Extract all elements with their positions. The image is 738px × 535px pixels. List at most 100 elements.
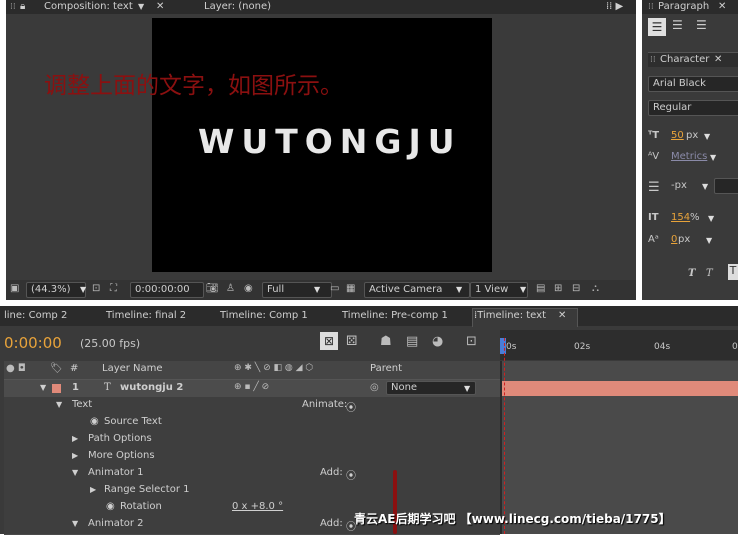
hide-shy-icon[interactable]: ☗ (380, 334, 392, 349)
font-style-select[interactable]: Regular (648, 100, 738, 116)
baseline-dropdown-icon[interactable]: ▼ (706, 236, 712, 245)
playhead-line[interactable] (504, 338, 506, 534)
layer-expand-icon[interactable]: ▼ (40, 383, 46, 392)
stroke-fill-select[interactable] (714, 178, 738, 194)
grip-icon[interactable]: ⁞⁞ (10, 0, 16, 14)
motion-blur-icon[interactable]: ◕ (432, 334, 443, 349)
vertical-scale-value[interactable]: 154 (671, 212, 690, 223)
kerning-dropdown-icon[interactable]: ▼ (710, 153, 716, 162)
current-time-field[interactable]: 0:00:00:00 (130, 282, 204, 298)
timeline-timecode[interactable]: 0:00:00 (4, 334, 62, 352)
toggle-pixel-aspect-icon[interactable]: ▤ (536, 283, 545, 294)
paragraph-close-icon[interactable]: ✕ (718, 0, 726, 14)
tab-timeline-final2[interactable]: Timeline: final 2 (106, 309, 186, 323)
draft-3d-icon[interactable]: ⚄ (346, 334, 357, 349)
close-icon[interactable]: ✕ (156, 0, 164, 14)
region-of-interest-icon[interactable]: ▭ (330, 283, 339, 294)
character-close-icon[interactable]: ✕ (714, 53, 722, 67)
graph-editor-icon[interactable]: ⊡ (466, 334, 477, 349)
paragraph-grip-icon[interactable]: ⁞⁞ (648, 0, 654, 14)
switches-icon[interactable]: ⊕ ✱ ╲ ⊘ ◧ ◍ ◢ ⬡ (234, 363, 313, 373)
faux-italic-icon[interactable]: T (706, 268, 713, 279)
timeline-icon[interactable]: ⊟ (572, 283, 580, 294)
stroke-dropdown-icon[interactable]: ▼ (702, 182, 708, 191)
baseline-shift-value[interactable]: 0 (671, 234, 677, 245)
fast-previews-icon[interactable]: ⊞ (554, 283, 562, 294)
av-features-icon[interactable]: ● ◘ (6, 363, 26, 374)
range-selector-expand-icon[interactable]: ▶ (90, 485, 96, 494)
safe-margins-icon[interactable]: ⊡ (92, 283, 100, 294)
animate-menu-icon[interactable]: ⦿ (346, 399, 356, 414)
zoom-dropdown-icon[interactable]: ▼ (80, 285, 86, 294)
tab-timeline-comp1[interactable]: Timeline: Comp 1 (220, 309, 308, 323)
rotation-value[interactable]: 0 x +8.0 ° (232, 501, 283, 512)
frame-blending-icon[interactable]: ▤ (406, 334, 418, 349)
tab-timeline-comp2[interactable]: line: Comp 2 (4, 309, 67, 323)
property-row-more-options[interactable]: ▶ More Options (4, 448, 500, 466)
resolution-select[interactable]: Full (262, 282, 332, 298)
comp-flowchart-icon[interactable]: ▣ (10, 283, 19, 294)
vertical-scale-dropdown-icon[interactable]: ▼ (708, 214, 714, 223)
faux-bold-icon[interactable]: T (688, 268, 695, 279)
label-icon[interactable]: 🏷︎ (50, 363, 63, 374)
all-caps-icon[interactable]: T (728, 264, 738, 280)
view-dropdown-icon[interactable]: ▼ (520, 285, 526, 294)
layer-switches-icon[interactable]: ⊕ ▪ ╱ ⊘ (234, 382, 269, 392)
align-right-icon[interactable]: ☰ (696, 18, 707, 32)
composition-dropdown-icon[interactable]: ▼ (138, 0, 144, 14)
property-row-path-options[interactable]: ▶ Path Options (4, 431, 500, 449)
zoom-select[interactable]: (44.3%) (26, 282, 86, 298)
more-options-expand-icon[interactable]: ▶ (72, 451, 78, 460)
text-expand-icon[interactable]: ▼ (56, 400, 62, 409)
live-update-icon[interactable]: ⊠ (320, 332, 338, 350)
snapshot-icon[interactable]: 📷︎ (206, 283, 219, 294)
character-grip-icon[interactable]: ⁞⁞ (650, 53, 656, 67)
property-row-text[interactable]: ▼ Text Animate: ⦿ (4, 397, 500, 415)
camera-select[interactable]: Active Camera (364, 282, 470, 298)
lock-icon[interactable]: 🔒︎ (20, 0, 25, 14)
tab-timeline-text[interactable]: ⁞Timeline: text (474, 309, 546, 323)
tab-composition[interactable]: Composition: text (44, 0, 133, 14)
property-row-range-selector[interactable]: ▶ Range Selector 1 (4, 482, 500, 500)
path-options-expand-icon[interactable]: ▶ (72, 434, 78, 443)
resolution-dropdown-icon[interactable]: ▼ (314, 285, 320, 294)
show-snapshot-icon[interactable]: ♙ (226, 283, 235, 294)
timeline-close-icon[interactable]: ✕ (558, 309, 566, 323)
panel-menu-icon[interactable]: ⁞⁞ ▶ (606, 0, 623, 14)
animator1-expand-icon[interactable]: ▼ (72, 468, 78, 477)
property-row-source-text[interactable]: ◉ Source Text (4, 414, 500, 432)
font-size-icon: ᵀT (648, 130, 660, 141)
layer-label-color[interactable] (52, 384, 61, 393)
vertical-scale-icon: IT (648, 212, 659, 223)
transparency-grid-icon[interactable]: ▦ (346, 283, 355, 294)
baseline-shift-icon: Aᵃ (648, 234, 659, 245)
align-left-icon[interactable]: ☰ (648, 18, 666, 36)
tab-timeline-precomp1[interactable]: Timeline: Pre-comp 1 (342, 309, 448, 323)
kerning-value[interactable]: Metrics (671, 151, 707, 162)
layer-row-1[interactable]: ▼ 1 T wutongju 2 ⊕ ▪ ╱ ⊘ ◎ None ▼ (4, 380, 500, 398)
tab-layer[interactable]: Layer: (none) (204, 0, 271, 14)
mask-view-icon[interactable]: ⛶ (110, 283, 117, 294)
channel-icon[interactable]: ◉ (244, 283, 253, 294)
animate-label: Animate: (302, 399, 348, 410)
add1-menu-icon[interactable]: ⦿ (346, 467, 356, 482)
layer-name[interactable]: wutongju 2 (120, 382, 183, 393)
tab-paragraph[interactable]: Paragraph (658, 0, 709, 14)
flowchart-icon[interactable]: ⛬ (592, 283, 599, 294)
parent-select[interactable]: None (386, 381, 476, 395)
parent-dropdown-icon[interactable]: ▼ (464, 384, 470, 393)
column-layer-name[interactable]: Layer Name (102, 363, 163, 374)
rotation-stopwatch-icon[interactable]: ◉ (106, 501, 115, 512)
layer-duration-bar[interactable] (502, 381, 738, 396)
stopwatch-icon[interactable]: ◉ (90, 416, 99, 427)
camera-dropdown-icon[interactable]: ▼ (456, 285, 462, 294)
font-size-value[interactable]: 50 (671, 130, 684, 141)
font-size-dropdown-icon[interactable]: ▼ (704, 132, 710, 141)
tab-character[interactable]: Character (660, 53, 709, 67)
pickwhip-icon[interactable]: ◎ (370, 382, 379, 393)
animator2-expand-icon[interactable]: ▼ (72, 519, 78, 528)
time-ruler[interactable]: 0s 02s 04s 0 (500, 330, 738, 360)
font-family-select[interactable]: Arial Black (648, 76, 738, 92)
align-center-icon[interactable]: ☰ (672, 18, 683, 32)
property-row-animator1[interactable]: ▼ Animator 1 Add: ⦿ (4, 465, 500, 483)
